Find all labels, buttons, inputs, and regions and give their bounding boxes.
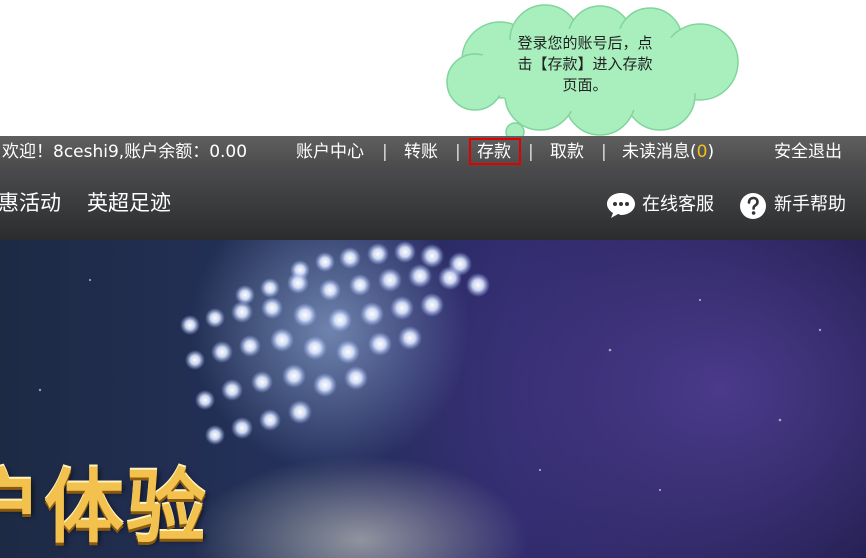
tooltip-line-3: 页面。 <box>562 76 608 94</box>
unread-messages-link[interactable]: 未读消息(0) <box>622 141 714 163</box>
account-bar: 欢迎！8ceshi9,账户余额：0.00 账户中心 | 转账 | 存款 | 取款… <box>0 136 866 169</box>
separator: | <box>601 142 607 162</box>
transfer-link[interactable]: 转账 <box>404 141 438 163</box>
tooltip-text: 登录您的账号后，点 击【存款】进入存款 页面。 <box>495 33 675 96</box>
separator: | <box>455 142 461 162</box>
tooltip-cloud <box>446 4 739 149</box>
hero-banner: 户体验 <box>0 240 866 558</box>
nav-epl-footprint[interactable]: 英超足迹 <box>87 189 171 217</box>
tooltip-line-1: 登录您的账号后，点 <box>517 34 653 52</box>
nav-promotions[interactable]: 惠活动 <box>0 189 61 217</box>
unread-open-paren: ( <box>690 142 697 162</box>
withdraw-link[interactable]: 取款 <box>550 141 584 163</box>
separator: | <box>528 142 534 162</box>
unread-count: 0 <box>696 142 708 162</box>
account-center-link[interactable]: 账户中心 <box>296 141 364 163</box>
tooltip-line-2: 击【存款】进入存款 <box>517 55 653 73</box>
unread-label: 未读消息 <box>622 142 690 162</box>
new-user-help-link[interactable]: 新手帮助 <box>774 193 846 217</box>
deposit-highlight-box <box>469 138 521 165</box>
logout-link[interactable]: 安全退出 <box>774 141 842 163</box>
unread-close-paren: ) <box>707 142 715 162</box>
main-nav: 惠活动 英超足迹 在线客服 新手帮助 <box>0 169 866 240</box>
welcome-balance-text: 欢迎！8ceshi9,账户余额：0.00 <box>2 142 248 162</box>
question-circle-icon <box>739 192 767 224</box>
hero-slogan: 户体验 <box>0 461 208 554</box>
online-service-link[interactable]: 在线客服 <box>642 193 714 217</box>
separator: | <box>382 142 388 162</box>
chat-bubble-icon <box>606 191 636 223</box>
